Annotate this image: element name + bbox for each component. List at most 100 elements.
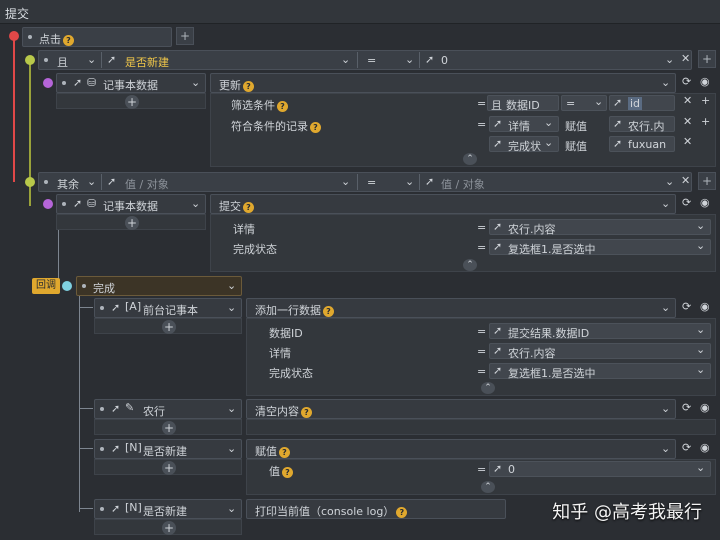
add-target-button[interactable]: +	[162, 521, 176, 535]
submit-row2-field[interactable]: ➚ 复选框1.是否选中 ⌄	[489, 239, 711, 256]
condition-else-header[interactable]: 其余 ⌄ ➚ 值 / 对象 ⌄ = ⌄ ➚ 值 / 对象 ⌄ ✕	[38, 172, 692, 192]
filter-logic-field[interactable]: 且 数据ID	[487, 95, 559, 112]
close-icon[interactable]: ✕	[681, 52, 690, 65]
help-icon[interactable]: ?	[63, 34, 74, 46]
else-label[interactable]: 其余	[57, 176, 79, 192]
record2-value-field[interactable]: ➚ fuxuan	[609, 136, 675, 152]
submit-row1-value: 农行.内容	[508, 223, 556, 236]
record1-field-select[interactable]: ➚ 详情 ⌄	[489, 116, 559, 133]
refresh-icon[interactable]: ⟳	[682, 441, 691, 454]
chevron-down-icon: ⌄	[227, 301, 237, 314]
else-left-placeholder[interactable]: 值 / 对象	[125, 176, 169, 192]
refresh-icon[interactable]: ⟳	[682, 196, 691, 209]
record2-field-select[interactable]: ➚ 完成状 ⌄	[489, 136, 559, 153]
collapse-up-button[interactable]: ⌃	[463, 153, 477, 165]
filter-field-value: 数据ID	[506, 99, 540, 112]
add-icon[interactable]: +	[701, 115, 710, 128]
record2-value: fuxuan	[628, 138, 667, 151]
refresh-icon[interactable]: ⟳	[682, 401, 691, 414]
record1-field: 详情	[508, 120, 530, 133]
action-log-header[interactable]: 打印当前值（console log）?	[246, 499, 506, 519]
add-event-button[interactable]: +	[176, 27, 194, 45]
collapse-update-dot[interactable]	[43, 78, 53, 88]
settings-icon[interactable]: ◉	[700, 196, 710, 209]
close-icon[interactable]: ✕	[683, 135, 692, 148]
help-icon[interactable]: ?	[277, 100, 288, 112]
else-operator[interactable]: =	[367, 176, 376, 189]
help-icon[interactable]: ?	[279, 446, 290, 458]
assign-value-field[interactable]: ➚ 0 ⌄	[489, 461, 711, 477]
help-icon[interactable]: ?	[243, 80, 254, 92]
refresh-icon[interactable]: ⟳	[682, 75, 691, 88]
record1-value-field[interactable]: ➚ 农行.内	[609, 116, 675, 133]
settings-icon[interactable]: ◉	[700, 401, 710, 414]
if-variable[interactable]: 是否新建	[125, 54, 169, 70]
add-row-field-1[interactable]: ➚ 提交结果.数据ID ⌄	[489, 323, 711, 340]
cursor-icon: ➚	[111, 301, 121, 314]
help-icon[interactable]: ?	[310, 121, 321, 133]
add-target-button[interactable]: +	[162, 320, 176, 334]
target-isnew-log-header[interactable]: ➚ [N] 是否新建 ⌄	[94, 499, 242, 519]
if-operator[interactable]: =	[367, 54, 376, 67]
target-isnew-header[interactable]: ➚ [N] 是否新建 ⌄	[94, 439, 242, 459]
event-click-header[interactable]: 点击?	[22, 27, 172, 47]
target-front-notebook-header[interactable]: ➚ [A] 前台记事本 ⌄	[94, 298, 242, 318]
add-row-field-3[interactable]: ➚ 复选框1.是否选中 ⌄	[489, 363, 711, 380]
filter-value: id	[628, 97, 643, 110]
action-add-row-header[interactable]: 添加一行数据? ⌄	[246, 298, 676, 318]
filter-value-field[interactable]: ➚ id	[609, 95, 675, 111]
record2-op: 赋值	[565, 140, 587, 153]
refresh-icon[interactable]: ⟳	[682, 300, 691, 313]
action-update-header[interactable]: 更新? ⌄	[210, 73, 676, 93]
add-target-button[interactable]: +	[125, 216, 139, 230]
event-click-label: 点击	[39, 33, 61, 46]
divider	[357, 174, 358, 190]
collapse-root-dot[interactable]	[9, 31, 19, 41]
action-assign-header[interactable]: 赋值? ⌄	[246, 439, 676, 459]
add-row-field-2[interactable]: ➚ 农行.内容 ⌄	[489, 343, 711, 360]
help-icon[interactable]: ?	[301, 406, 312, 418]
action-clear-header[interactable]: 清空内容? ⌄	[246, 399, 676, 419]
settings-icon[interactable]: ◉	[700, 300, 710, 313]
close-icon[interactable]: ✕	[683, 94, 692, 107]
equals-sign: =	[477, 241, 487, 254]
tree-line-else	[29, 186, 31, 206]
target-notebook-header-2[interactable]: ➚ ⛁ 记事本数据 ⌄	[56, 194, 206, 214]
target-nonghang-header[interactable]: ➚ ✎ 农行 ⌄	[94, 399, 242, 419]
add-target-button[interactable]: +	[162, 421, 176, 435]
add-target-button[interactable]: +	[162, 461, 176, 475]
condition-if-header[interactable]: 且 ⌄ ➚ 是否新建 ⌄ = ⌄ ➚ 0 ⌄ ✕	[38, 50, 692, 70]
action-submit-header[interactable]: 提交? ⌄	[210, 194, 676, 214]
help-icon[interactable]: ?	[323, 305, 334, 317]
if-value[interactable]: 0	[441, 54, 448, 67]
filter-operator-field[interactable]: = ⌄	[561, 95, 607, 111]
collapse-if-dot[interactable]	[25, 55, 35, 65]
target-body-5: +	[94, 459, 242, 475]
collapse-up-button[interactable]: ⌃	[481, 382, 495, 394]
add-target-button[interactable]: +	[125, 95, 139, 109]
target-notebook-header-1[interactable]: ➚ ⛁ 记事本数据 ⌄	[56, 73, 206, 93]
collapse-up-button[interactable]: ⌃	[463, 259, 477, 271]
add-icon[interactable]: +	[701, 94, 710, 107]
collapse-else-dot[interactable]	[25, 177, 35, 187]
chevron-down-icon: ⌄	[227, 442, 237, 455]
help-icon[interactable]: ?	[282, 466, 293, 478]
close-icon[interactable]: ✕	[683, 115, 692, 128]
callback-complete-header[interactable]: 完成 ⌄	[76, 276, 242, 296]
submit-row1-field[interactable]: ➚ 农行.内容 ⌄	[489, 219, 711, 236]
settings-icon[interactable]: ◉	[700, 75, 710, 88]
help-icon[interactable]: ?	[243, 201, 254, 213]
if-logic-select[interactable]: 且	[57, 54, 68, 70]
add-condition-button[interactable]: +	[698, 50, 716, 68]
cursor-icon: ➚	[425, 53, 435, 66]
collapse-callback-dot[interactable]	[62, 281, 72, 291]
close-icon[interactable]: ✕	[681, 174, 690, 187]
help-icon[interactable]: ?	[396, 506, 408, 518]
settings-icon[interactable]: ◉	[700, 441, 710, 454]
collapse-up-button[interactable]: ⌃	[481, 481, 495, 493]
add-condition-button[interactable]: +	[698, 172, 716, 190]
collapse-submit-dot[interactable]	[43, 199, 53, 209]
action-assign-label: 赋值	[255, 445, 277, 458]
else-right-placeholder[interactable]: 值 / 对象	[441, 176, 485, 192]
assign-row-label: 值	[269, 465, 280, 478]
